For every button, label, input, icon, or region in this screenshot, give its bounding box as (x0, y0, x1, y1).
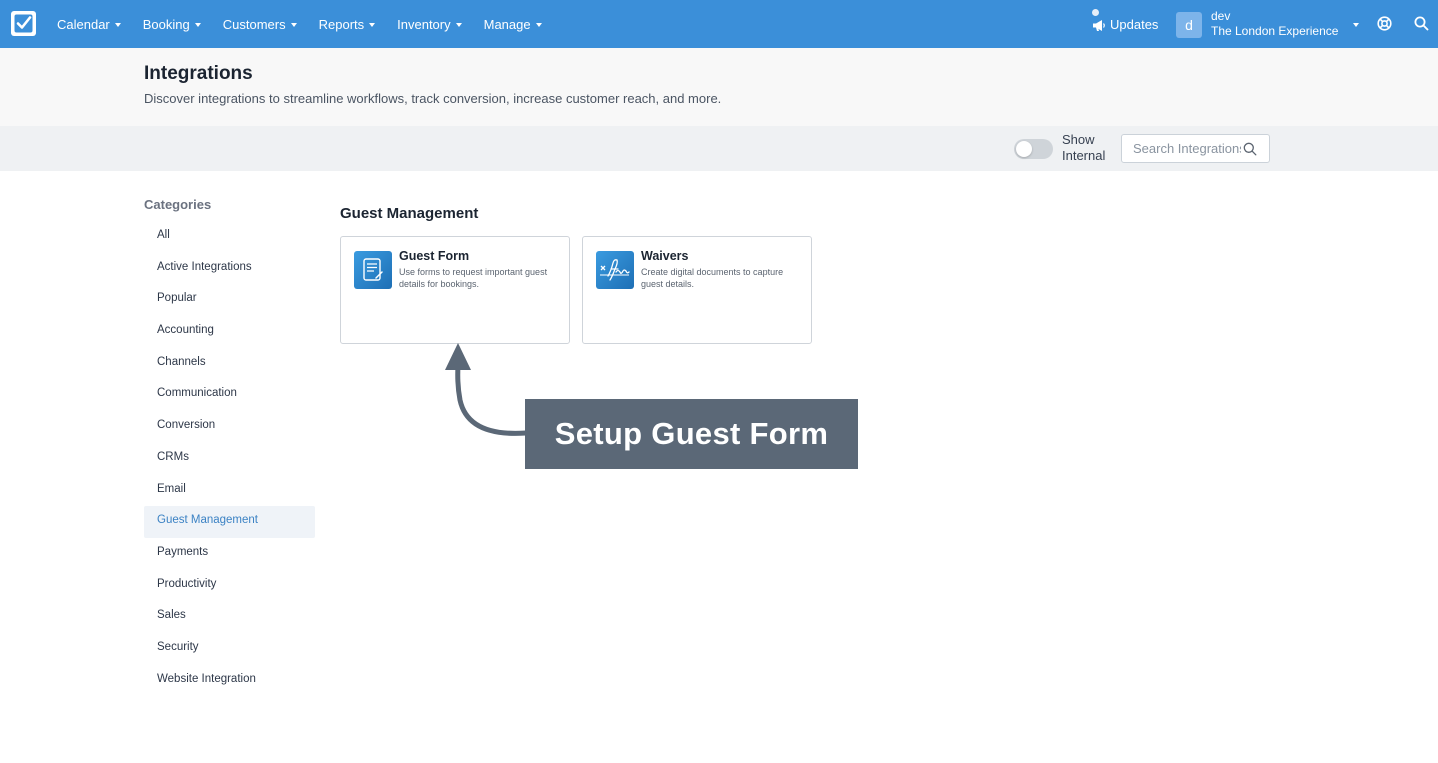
integration-card-guest-form[interactable]: Guest Form Use forms to request importan… (340, 236, 570, 344)
org-name: The London Experience (1211, 24, 1339, 38)
category-security[interactable]: Security (144, 633, 315, 665)
page-title: Integrations (144, 63, 253, 84)
search-icon (1243, 142, 1257, 156)
page-subtitle: Discover integrations to streamline work… (144, 91, 722, 106)
nav-reports-label: Reports (318, 16, 365, 32)
user-name: dev (1211, 9, 1231, 23)
setup-guest-form-callout: Setup Guest Form (525, 399, 858, 469)
nav-calendar-label: Calendar (57, 16, 110, 32)
categories-list: All Active Integrations Popular Accounti… (144, 221, 315, 696)
avatar-initial: d (1185, 17, 1193, 33)
nav-inventory-label: Inventory (397, 16, 451, 32)
megaphone-icon (1093, 19, 1105, 31)
category-conversion[interactable]: Conversion (144, 411, 315, 443)
chevron-down-icon[interactable] (1353, 23, 1359, 27)
show-internal-label: Show Internal (1062, 132, 1106, 163)
category-website-integration[interactable]: Website Integration (144, 665, 315, 697)
nav-customers[interactable]: Customers (223, 17, 297, 32)
form-icon (354, 251, 392, 289)
main-menu: Calendar Booking Customers Reports Inven… (57, 0, 564, 48)
avatar[interactable]: d (1176, 12, 1202, 38)
card-description: Use forms to request important guest det… (399, 267, 548, 289)
show-internal-toggle[interactable] (1014, 139, 1053, 159)
account-menu[interactable]: dev The London Experience (1211, 9, 1343, 39)
category-popular[interactable]: Popular (144, 284, 315, 316)
chevron-down-icon (455, 22, 462, 27)
help-lifebuoy-icon[interactable] (1377, 16, 1392, 31)
signature-icon (596, 251, 634, 289)
search-integrations-box[interactable] (1121, 134, 1270, 163)
nav-calendar[interactable]: Calendar (57, 17, 121, 32)
category-payments[interactable]: Payments (144, 538, 315, 570)
category-accounting[interactable]: Accounting (144, 316, 315, 348)
search-integrations-input[interactable] (1133, 140, 1241, 157)
category-communication[interactable]: Communication (144, 379, 315, 411)
chevron-down-icon (535, 22, 542, 27)
category-crms[interactable]: CRMs (144, 443, 315, 475)
nav-booking[interactable]: Booking (143, 17, 201, 32)
category-channels[interactable]: Channels (144, 348, 315, 380)
nav-booking-label: Booking (142, 16, 190, 32)
nav-reports[interactable]: Reports (319, 17, 376, 32)
card-description: Create digital documents to capture gues… (641, 267, 784, 289)
top-navigation-bar: Calendar Booking Customers Reports Inven… (0, 0, 1438, 48)
nav-customers-label: Customers (222, 16, 286, 32)
category-guest-management[interactable]: Guest Management (144, 506, 315, 538)
chevron-down-icon (369, 22, 376, 27)
chevron-down-icon (114, 22, 121, 27)
nav-manage[interactable]: Manage (484, 17, 542, 32)
search-icon[interactable] (1414, 16, 1429, 31)
chevron-down-icon (194, 22, 201, 27)
category-email[interactable]: Email (144, 475, 315, 507)
card-name: Guest Form (399, 249, 470, 263)
page-header: Integrations Discover integrations to st… (0, 48, 1438, 126)
filter-bar: Show Internal (0, 126, 1438, 171)
category-sales[interactable]: Sales (144, 601, 315, 633)
card-name: Waivers (641, 249, 689, 263)
updates-label: Updates (1110, 16, 1159, 32)
category-active-integrations[interactable]: Active Integrations (144, 253, 315, 285)
toggle-knob (1016, 141, 1032, 157)
curved-arrow-icon (445, 343, 529, 436)
section-title: Guest Management (340, 205, 479, 222)
categories-title: Categories (144, 197, 212, 212)
category-all[interactable]: All (144, 221, 315, 253)
checkfront-logo-icon[interactable] (11, 11, 36, 36)
nav-manage-label: Manage (483, 16, 531, 32)
chevron-down-icon (290, 22, 297, 27)
notification-dot-icon (1092, 9, 1099, 16)
category-productivity[interactable]: Productivity (144, 570, 315, 602)
nav-inventory[interactable]: Inventory (397, 16, 462, 32)
integration-card-waivers[interactable]: Waivers Create digital documents to capt… (582, 236, 812, 344)
updates-button[interactable]: Updates (1092, 8, 1158, 40)
